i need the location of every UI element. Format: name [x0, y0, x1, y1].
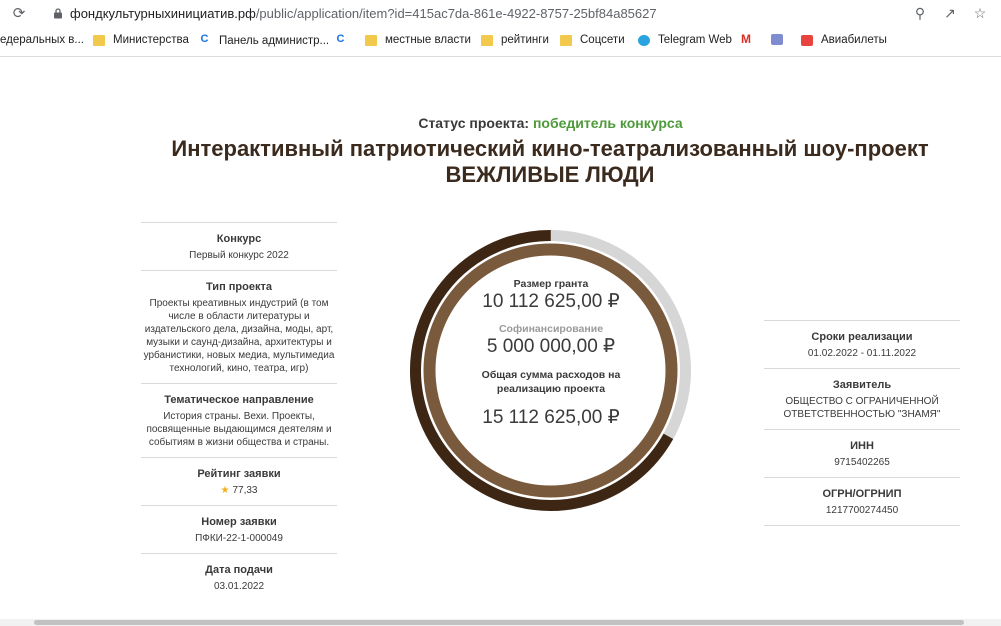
- folder-icon: [365, 34, 377, 46]
- application-number-block: Номер заявки ПФКИ-22-1-000049: [141, 505, 337, 553]
- bookmark-item[interactable]: [771, 34, 791, 45]
- star-icon: ★: [220, 485, 230, 496]
- share-icon[interactable]: ↗: [941, 4, 959, 22]
- submission-date-block: Дата подачи 03.01.2022: [141, 553, 337, 601]
- reload-icon[interactable]: ⟳: [10, 5, 28, 23]
- bookmarks-bar: едеральных в... Министерства C Панель адм…: [0, 28, 1001, 57]
- project-title: Интерактивный патриотический кино-театра…: [171, 136, 929, 187]
- project-status: Статус проекта: победитель конкурса: [418, 115, 683, 131]
- bookmark-star-icon[interactable]: ☆: [971, 4, 989, 22]
- funding-summary: Размер гранта 10 112 625,00 ₽ Софинансир…: [459, 278, 643, 429]
- grant-amount: 10 112 625,00 ₽: [482, 291, 620, 312]
- project-details-left: Конкурс Первый конкурс 2022 Тип проекта …: [141, 222, 337, 601]
- bookmark-item[interactable]: рейтинги: [481, 34, 549, 46]
- bookmark-item[interactable]: местные власти: [365, 34, 471, 46]
- emblem-icon: [771, 34, 783, 45]
- bookmark-item[interactable]: Соцсети: [560, 34, 625, 46]
- total-amount: 15 112 625,00 ₽: [482, 407, 620, 428]
- ogrn-block: ОГРН/ОГРНИП 1217700274450: [764, 477, 960, 526]
- scrollbar-thumb[interactable]: [34, 620, 964, 625]
- bookmark-item[interactable]: Министерства: [93, 34, 189, 46]
- bookmark-item[interactable]: C Панель администр...: [198, 34, 329, 47]
- folder-icon: [481, 34, 493, 46]
- contest-block: Конкурс Первый конкурс 2022: [141, 222, 337, 270]
- bookmark-item[interactable]: C: [334, 34, 355, 47]
- cofinancing-amount: 5 000 000,00 ₽: [486, 336, 616, 357]
- bookmark-item[interactable]: Авиабилеты: [801, 34, 887, 46]
- applicant-block: Заявитель ОБЩЕСТВО С ОГРАНИЧЕННОЙ ОТВЕТС…: [764, 368, 960, 429]
- aviatickets-icon: [801, 34, 813, 46]
- bookmark-item[interactable]: едеральных в...: [0, 34, 84, 46]
- bookmark-item[interactable]: Telegram Web: [638, 34, 732, 46]
- rating-block: Рейтинг заявки ★ 77,33: [141, 457, 337, 505]
- project-type-block: Тип проекта Проекты креативных индустрий…: [141, 270, 337, 383]
- folder-icon: [560, 34, 572, 46]
- site-c-icon: C: [334, 34, 347, 47]
- gmail-icon: M: [741, 32, 751, 46]
- bookmark-item[interactable]: M: [741, 32, 761, 46]
- inn-block: ИНН 9715402265: [764, 429, 960, 477]
- theme-block: Тематическое направление История страны.…: [141, 383, 337, 457]
- project-details-right: Сроки реализации 01.02.2022 - 01.11.2022…: [764, 320, 960, 526]
- period-block: Сроки реализации 01.02.2022 - 01.11.2022: [764, 320, 960, 368]
- url-text[interactable]: фондкультурныхинициатив.рф/public/applic…: [70, 6, 657, 21]
- folder-icon: [93, 34, 105, 46]
- lock-icon: [54, 8, 62, 19]
- telegram-icon: [638, 34, 650, 46]
- address-bar: ⟳ фондкультурныхинициатив.рф/public/appl…: [0, 0, 1001, 28]
- project-page: Статус проекта: победитель конкурса Инте…: [0, 57, 1001, 626]
- site-c-icon: C: [198, 34, 211, 47]
- zoom-icon[interactable]: ⚲: [911, 4, 929, 22]
